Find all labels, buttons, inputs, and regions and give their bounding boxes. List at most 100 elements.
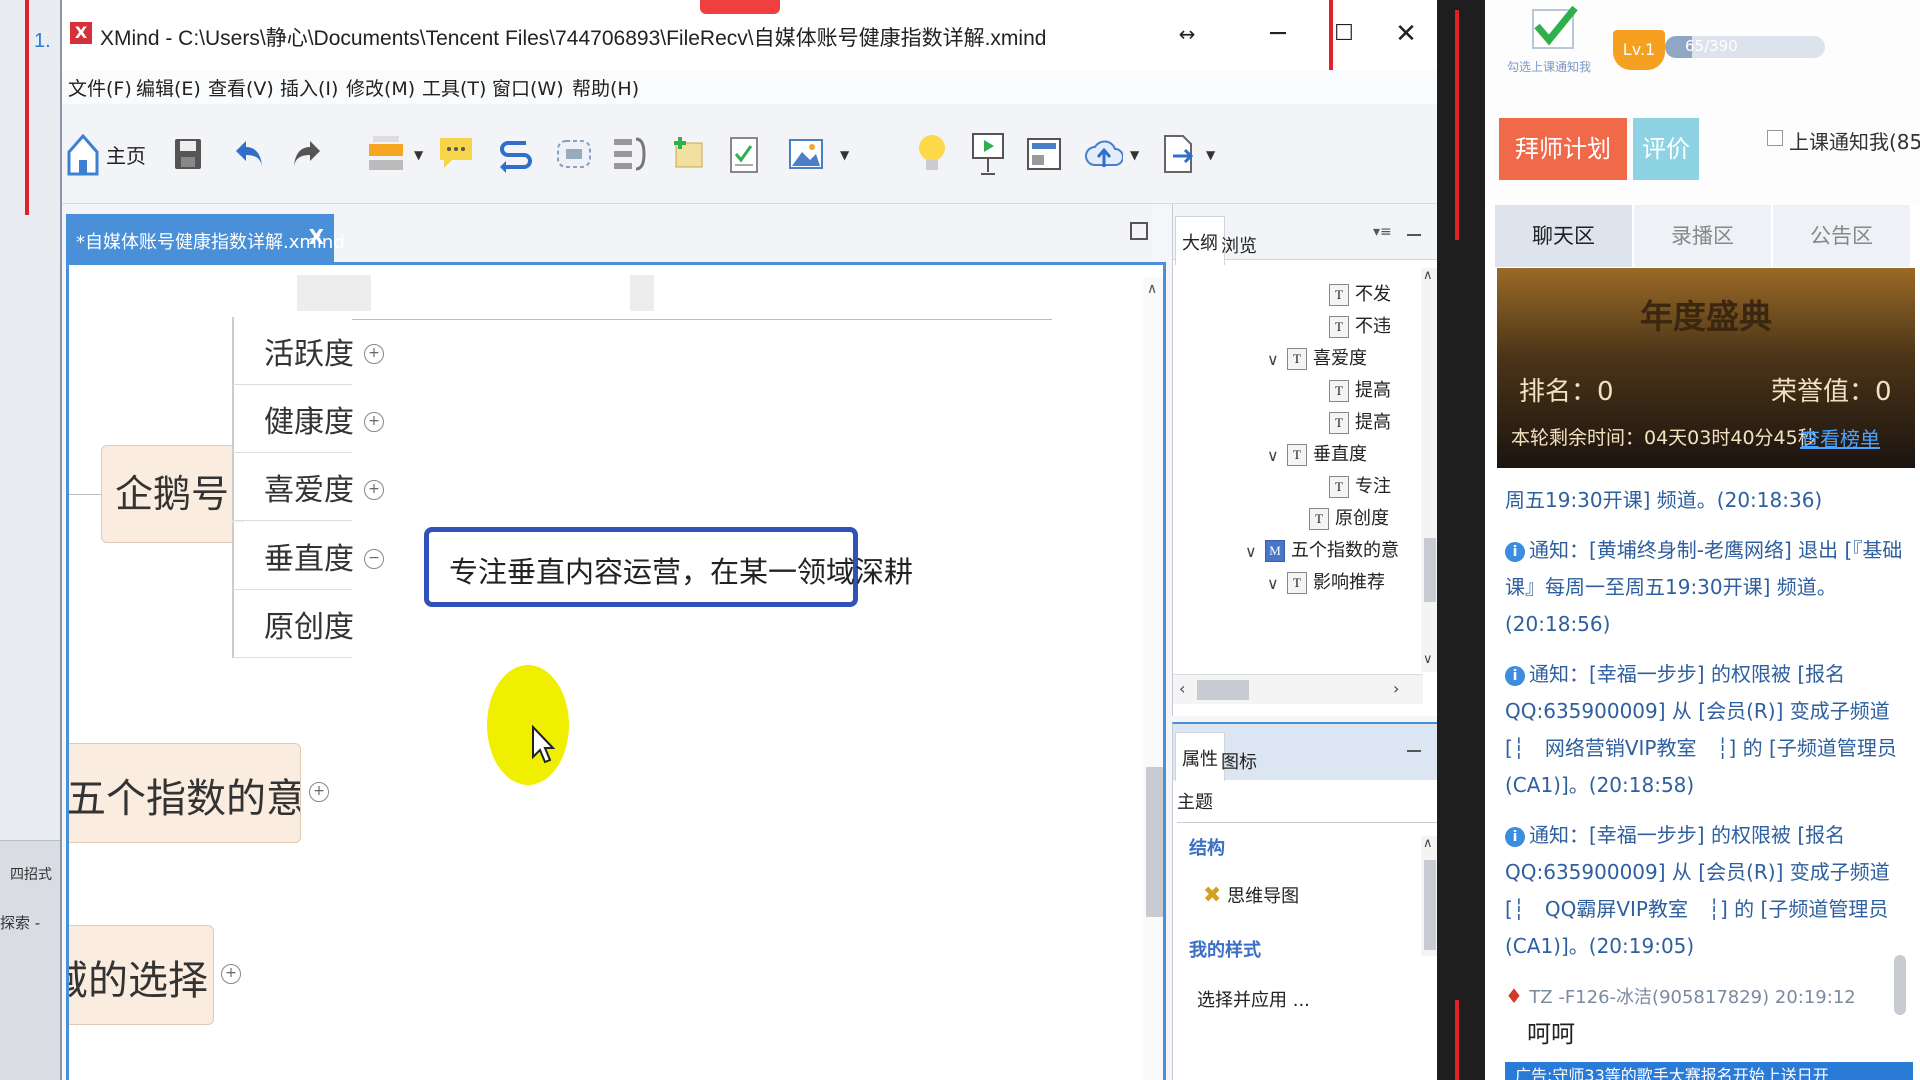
scroll-thumb[interactable]	[1146, 767, 1163, 917]
scroll-up-icon[interactable]: ∧	[1423, 836, 1433, 851]
callout-button[interactable]	[434, 126, 478, 182]
connector-line	[232, 319, 1052, 320]
editor-tab[interactable]: *自媒体账号健康指数详解.xmind X	[66, 214, 345, 262]
red-annotation-line	[1455, 10, 1459, 240]
menu-view[interactable]: 查看(V)	[208, 74, 274, 101]
bottom-ticker: 广告:守师33等的歌手大赛报名开始上送日开	[1505, 1062, 1913, 1080]
redo-button[interactable]	[286, 126, 326, 182]
mentor-plan-button[interactable]: 拜师计划	[1499, 118, 1627, 180]
summary-button[interactable]	[608, 126, 652, 182]
info-icon: i	[1505, 542, 1525, 562]
outline-menu-icon[interactable]: ▾≡	[1373, 224, 1392, 240]
tab-chat[interactable]: 聊天区	[1495, 205, 1633, 267]
menu-modify[interactable]: 修改(M)	[346, 74, 415, 101]
tab-recordings[interactable]: 录播区	[1634, 205, 1772, 267]
scroll-up-icon[interactable]: ∧	[1423, 268, 1433, 283]
expand-toggle-icon[interactable]: +	[364, 344, 384, 364]
boundary-button[interactable]	[552, 126, 596, 182]
tab-browse[interactable]: 浏览	[1217, 224, 1261, 266]
menu-insert[interactable]: 插入(I)	[280, 74, 338, 101]
maximize-editor-icon[interactable]	[1130, 222, 1148, 240]
export-dropdown-icon[interactable]: ▼	[1206, 148, 1215, 162]
save-button[interactable]	[168, 126, 208, 182]
idea-button[interactable]	[910, 126, 954, 182]
outline-row-label: 原创度	[1335, 508, 1389, 529]
structure-selector[interactable]: ✖ 思维导图	[1203, 882, 1299, 908]
chat-messages: 周五19:30开课] 频道。(20:18:36) i 通知：[黄埔终身制-老鹰网络…	[1505, 482, 1905, 1080]
tab-close-icon[interactable]: X	[309, 225, 324, 249]
expand-chevron-icon[interactable]: ∨	[1267, 446, 1287, 465]
topic-domain-choice[interactable]: 领域的选择	[69, 925, 214, 1025]
menu-window[interactable]: 窗口(W)	[492, 74, 564, 101]
collapse-toggle-icon[interactable]: −	[364, 549, 384, 569]
share-button[interactable]	[1082, 126, 1126, 182]
expand-toggle-icon[interactable]: +	[309, 782, 329, 802]
tab-icons[interactable]: 图标	[1217, 740, 1261, 782]
minimize-button[interactable]: ─	[1258, 16, 1298, 52]
scroll-right-icon[interactable]: ›	[1393, 679, 1399, 698]
topic-five-indices[interactable]: 五个指数的意义	[69, 743, 301, 843]
menu-edit[interactable]: 编辑(E)	[136, 74, 201, 101]
user-badge-icon: ♦	[1505, 984, 1523, 1008]
chat-tabs: 聊天区 录播区 公告区	[1495, 205, 1915, 267]
share-dropdown-icon[interactable]: ▼	[1130, 148, 1139, 162]
canvas-scrollbar[interactable]: ∧	[1143, 277, 1163, 1080]
outline-row[interactable]: ∨ T 影响推荐	[1267, 568, 1385, 606]
close-button[interactable]: ✕	[1386, 16, 1426, 52]
select-apply-button[interactable]: 选择并应用 ...	[1197, 986, 1310, 1012]
topic-button[interactable]	[364, 126, 408, 182]
presentation-button[interactable]	[966, 126, 1010, 182]
home-button[interactable]: 主页	[66, 126, 146, 182]
chat-scroll-thumb[interactable]	[1894, 955, 1906, 1015]
export-button[interactable]	[1156, 126, 1200, 182]
resize-arrows-icon[interactable]: ↔	[1167, 16, 1207, 52]
marker-button[interactable]	[666, 126, 710, 182]
rate-button[interactable]: 评价	[1633, 118, 1699, 180]
subtopic-popularity[interactable]: 喜爱度	[232, 453, 354, 521]
view-leaderboard-link[interactable]: 查看榜单	[1800, 423, 1880, 452]
image-dropdown-icon[interactable]: ▼	[840, 148, 849, 162]
red-annotation-mark	[700, 0, 780, 14]
subtopic-activity[interactable]: 活跃度	[232, 317, 354, 385]
menu-help[interactable]: 帮助(H)	[572, 74, 639, 101]
expand-toggle-icon[interactable]: +	[221, 964, 241, 984]
mindmap-canvas[interactable]: 企鹅号 − 活跃度 + 健康度 + 喜爱度 + 垂直度 − 原创度 专注垂直内容…	[66, 262, 1166, 1080]
scroll-left-icon[interactable]: ‹	[1179, 679, 1185, 698]
green-check-icon[interactable]	[1529, 6, 1579, 52]
title-bar[interactable]: X XMind - C:\Users\静心\Documents\Tencent …	[62, 0, 1437, 70]
central-topic[interactable]: 企鹅号	[101, 445, 243, 543]
expand-chevron-icon[interactable]: ∨	[1267, 574, 1287, 593]
subtopic-verticality[interactable]: 垂直度	[232, 522, 354, 590]
connector-line	[69, 494, 101, 495]
minimize-panel-icon[interactable]	[1407, 750, 1421, 752]
layout-button[interactable]	[1022, 126, 1066, 182]
image-button[interactable]	[784, 126, 828, 182]
subtopic-health[interactable]: 健康度	[232, 385, 354, 453]
subtopic-originality[interactable]: 原创度	[232, 590, 354, 658]
expand-chevron-icon[interactable]: ∨	[1267, 350, 1287, 369]
mindmap-structure-icon: ✖	[1203, 883, 1222, 908]
relationship-button[interactable]	[494, 126, 538, 182]
expand-toggle-icon[interactable]: +	[364, 480, 384, 500]
topic-dropdown-icon[interactable]: ▼	[414, 148, 423, 162]
minimize-panel-icon[interactable]	[1407, 234, 1421, 236]
outline-row-label: 喜爱度	[1313, 348, 1367, 369]
expand-toggle-icon[interactable]: +	[364, 412, 384, 432]
scroll-thumb[interactable]	[1197, 680, 1249, 700]
undo-button[interactable]	[230, 126, 270, 182]
outline-horizontal-scrollbar[interactable]: ‹ ›	[1173, 674, 1423, 704]
menu-file[interactable]: 文件(F)	[68, 74, 132, 101]
selected-topic[interactable]: 专注垂直内容运营，在某一领域深耕	[424, 527, 913, 607]
task-button[interactable]	[722, 126, 766, 182]
scroll-thumb[interactable]	[1424, 538, 1436, 602]
menu-tools[interactable]: 工具(T)	[422, 74, 486, 101]
tab-announcements[interactable]: 公告区	[1773, 205, 1911, 267]
scroll-down-icon[interactable]: ∨	[1423, 652, 1433, 667]
scroll-up-icon[interactable]: ∧	[1147, 281, 1157, 297]
notify-checkbox[interactable]	[1767, 130, 1783, 146]
topic-type-icon: T	[1329, 476, 1349, 498]
expand-chevron-icon[interactable]: ∨	[1245, 542, 1265, 561]
scroll-thumb[interactable]	[1424, 860, 1436, 950]
mouse-cursor-icon	[532, 725, 555, 764]
maximize-button[interactable]: ☐	[1324, 16, 1364, 52]
